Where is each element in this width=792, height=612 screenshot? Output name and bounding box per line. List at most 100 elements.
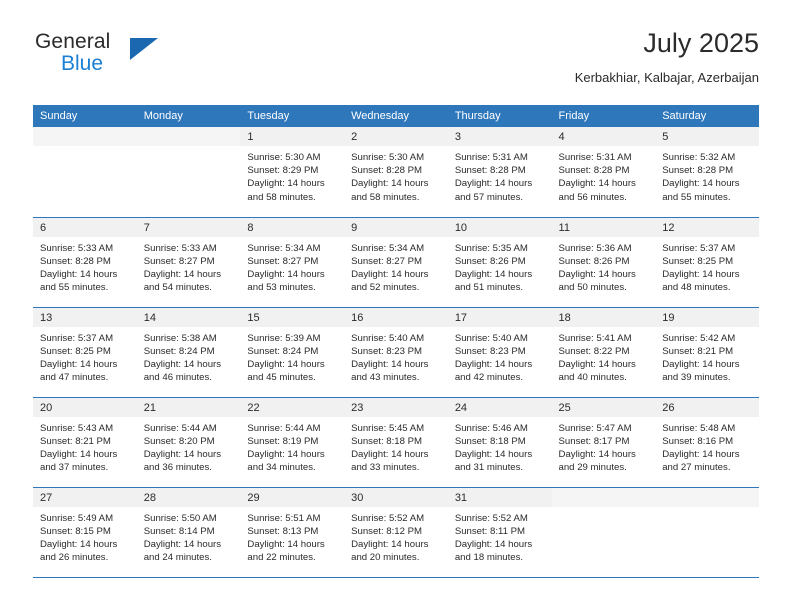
day-details: Sunrise: 5:31 AM Sunset: 8:28 PM Daylight:… [448,146,552,204]
day-number: 10 [447,217,552,237]
sunrise-text: Sunrise: 5:52 AM [454,512,528,524]
calendar-day-cell[interactable]: 20 Sunrise: 5:43 AM Sunset: 8:21 PM Dayligh… [33,397,137,488]
weekday-header-sunday: Sunday [33,105,137,127]
calendar-day-cell[interactable]: 26 Sunrise: 5:48 AM Sunset: 8:16 PM Dayligh… [655,397,759,488]
daylight-text: Daylight: 14 hours and 39 minutes. [662,358,740,384]
calendar-day-cell[interactable]: 29 Sunrise: 5:51 AM Sunset: 8:13 PM Dayligh… [240,487,345,578]
weekday-header-monday: Monday [136,105,241,127]
daylight-text: Daylight: 14 hours and 29 minutes. [558,448,636,474]
calendar-day-cell[interactable]: 9 Sunrise: 5:34 AM Sunset: 8:27 PM Daylight… [344,217,448,308]
daylight-text: Daylight: 14 hours and 33 minutes. [351,448,429,474]
calendar-day-cell[interactable]: 21 Sunrise: 5:44 AM Sunset: 8:20 PM Dayligh… [136,397,241,488]
calendar-day-cell[interactable]: 16 Sunrise: 5:40 AM Sunset: 8:23 PM Dayligh… [344,307,448,398]
sunset-text: Sunset: 8:23 PM [454,345,526,357]
calendar-day-cell[interactable]: 6 Sunrise: 5:33 AM Sunset: 8:28 PM Daylight… [33,217,137,308]
calendar-day-cell[interactable]: 14 Sunrise: 5:38 AM Sunset: 8:24 PM Dayligh… [136,307,241,398]
calendar-day-cell[interactable]: 10 Sunrise: 5:35 AM Sunset: 8:26 PM Dayligh… [447,217,552,308]
daylight-text: Daylight: 14 hours and 27 minutes. [662,448,740,474]
calendar-day-cell[interactable]: 22 Sunrise: 5:44 AM Sunset: 8:19 PM Dayligh… [240,397,345,488]
calendar-day-cell[interactable]: 2 Sunrise: 5:30 AM Sunset: 8:28 PM Daylight… [344,127,448,218]
day-details: Sunrise: 5:48 AM Sunset: 8:16 PM Daylight:… [655,417,759,475]
day-number: 26 [655,397,759,417]
sunset-text: Sunset: 8:23 PM [351,345,423,357]
sunset-text: Sunset: 8:12 PM [351,525,423,537]
sunset-text: Sunset: 8:28 PM [662,165,734,177]
sunrise-text: Sunrise: 5:38 AM [143,332,217,344]
day-number: 20 [33,397,137,417]
calendar-day-cell[interactable]: 5 Sunrise: 5:32 AM Sunset: 8:28 PM Daylight… [655,127,759,218]
calendar-day-cell[interactable]: 27 Sunrise: 5:49 AM Sunset: 8:15 PM Dayligh… [33,487,137,578]
sunset-text: Sunset: 8:13 PM [247,525,319,537]
day-details: Sunrise: 5:30 AM Sunset: 8:29 PM Daylight:… [240,146,344,204]
sunrise-text: Sunrise: 5:44 AM [143,422,217,434]
calendar-day-cell[interactable]: 17 Sunrise: 5:40 AM Sunset: 8:23 PM Dayligh… [447,307,552,398]
calendar-day-cell[interactable]: 24 Sunrise: 5:46 AM Sunset: 8:18 PM Dayligh… [447,397,552,488]
calendar-day-cell[interactable]: 31 Sunrise: 5:52 AM Sunset: 8:11 PM Dayligh… [447,487,552,578]
calendar-day-cell[interactable]: 12 Sunrise: 5:37 AM Sunset: 8:25 PM Dayligh… [655,217,759,308]
calendar-day-cell[interactable]: 15 Sunrise: 5:39 AM Sunset: 8:24 PM Dayligh… [240,307,345,398]
sunrise-text: Sunrise: 5:32 AM [662,152,736,163]
calendar-page: General Blue July 2025 Kerbakhiar, Kalba… [0,0,792,612]
sunset-text: Sunset: 8:29 PM [247,165,319,177]
sunrise-text: Sunrise: 5:40 AM [454,332,528,344]
day-details: Sunrise: 5:33 AM Sunset: 8:27 PM Daylight:… [137,237,241,295]
day-details: Sunrise: 5:39 AM Sunset: 8:24 PM Daylight:… [240,327,344,385]
daylight-text: Daylight: 14 hours and 58 minutes. [247,178,325,203]
day-details: Sunrise: 5:38 AM Sunset: 8:24 PM Daylight:… [137,327,241,385]
daylight-text: Daylight: 14 hours and 36 minutes. [143,448,222,474]
title-block: July 2025 Kerbakhiar, Kalbajar, Azerbaij… [575,26,759,87]
calendar-day-cell[interactable]: 19 Sunrise: 5:42 AM Sunset: 8:21 PM Dayligh… [655,307,759,398]
sunrise-text: Sunrise: 5:37 AM [662,242,736,254]
calendar-day-cell[interactable]: 30 Sunrise: 5:52 AM Sunset: 8:12 PM Dayligh… [344,487,448,578]
page-subtitle: Kerbakhiar, Kalbajar, Azerbaijan [574,70,759,85]
calendar-day-cell[interactable]: 25 Sunrise: 5:47 AM Sunset: 8:17 PM Dayligh… [551,397,656,488]
calendar-day-cell-empty [33,127,137,218]
sunrise-text: Sunrise: 5:52 AM [351,512,425,524]
day-number: 3 [447,127,552,146]
sunset-text: Sunset: 8:27 PM [351,255,423,267]
sunrise-text: Sunrise: 5:33 AM [143,242,217,254]
day-details: Sunrise: 5:31 AM Sunset: 8:28 PM Daylight:… [552,146,656,204]
calendar-day-cell[interactable]: 23 Sunrise: 5:45 AM Sunset: 8:18 PM Dayligh… [344,397,448,488]
day-number: 18 [551,307,656,327]
day-number: 25 [551,397,656,417]
calendar-week-row: 20 Sunrise: 5:43 AM Sunset: 8:21 PM Dayligh… [33,397,759,488]
calendar-day-cell[interactable]: 3 Sunrise: 5:31 AM Sunset: 8:28 PM Daylight… [447,127,552,218]
day-details: Sunrise: 5:35 AM Sunset: 8:26 PM Daylight:… [448,237,552,295]
sunrise-text: Sunrise: 5:36 AM [558,242,632,254]
day-details: Sunrise: 5:32 AM Sunset: 8:28 PM Daylight:… [655,146,759,204]
day-details: Sunrise: 5:49 AM Sunset: 8:15 PM Daylight:… [33,507,137,565]
daylight-text: Daylight: 14 hours and 58 minutes. [351,178,429,203]
brand-logo[interactable]: General Blue [33,30,163,82]
sunset-text: Sunset: 8:25 PM [662,255,734,267]
calendar-day-cell[interactable]: 1 Sunrise: 5:30 AM Sunset: 8:29 PM Daylight… [240,127,345,218]
day-details: Sunrise: 5:41 AM Sunset: 8:22 PM Daylight:… [552,327,656,385]
page-title: July 2025 [643,28,759,58]
calendar-day-cell[interactable]: 7 Sunrise: 5:33 AM Sunset: 8:27 PM Daylight… [136,217,241,308]
sunrise-text: Sunrise: 5:49 AM [40,512,114,524]
calendar-day-cell[interactable]: 4 Sunrise: 5:31 AM Sunset: 8:28 PM Daylight… [551,127,656,218]
sunset-text: Sunset: 8:20 PM [143,435,215,447]
calendar-day-cell[interactable]: 18 Sunrise: 5:41 AM Sunset: 8:22 PM Dayligh… [551,307,656,398]
sunset-text: Sunset: 8:28 PM [351,165,423,177]
calendar-day-cell[interactable]: 8 Sunrise: 5:34 AM Sunset: 8:27 PM Daylight… [240,217,345,308]
calendar-day-cell[interactable]: 13 Sunrise: 5:37 AM Sunset: 8:25 PM Dayligh… [33,307,137,398]
daylight-text: Daylight: 14 hours and 46 minutes. [143,358,222,384]
sunset-text: Sunset: 8:28 PM [40,255,111,267]
daylight-text: Daylight: 14 hours and 42 minutes. [454,358,533,384]
day-details: Sunrise: 5:44 AM Sunset: 8:20 PM Daylight:… [137,417,241,475]
calendar-day-cell[interactable]: 11 Sunrise: 5:36 AM Sunset: 8:26 PM Dayligh… [551,217,656,308]
sunrise-text: Sunrise: 5:30 AM [247,152,321,163]
calendar-day-cell[interactable]: 28 Sunrise: 5:50 AM Sunset: 8:14 PM Dayligh… [136,487,241,578]
daylight-text: Daylight: 14 hours and 52 minutes. [351,268,429,294]
calendar-body: 1 Sunrise: 5:30 AM Sunset: 8:29 PM Daylight… [33,127,759,578]
day-number: 23 [344,397,448,417]
day-number: 16 [344,307,448,327]
day-number: 27 [33,487,137,507]
sunset-text: Sunset: 8:16 PM [662,435,734,447]
weekday-header-thursday: Thursday [447,105,552,127]
day-details: Sunrise: 5:33 AM Sunset: 8:28 PM Daylight:… [33,237,137,295]
sunset-text: Sunset: 8:26 PM [558,255,630,267]
daylight-text: Daylight: 14 hours and 54 minutes. [143,268,222,294]
weekday-header-tuesday: Tuesday [240,105,345,127]
